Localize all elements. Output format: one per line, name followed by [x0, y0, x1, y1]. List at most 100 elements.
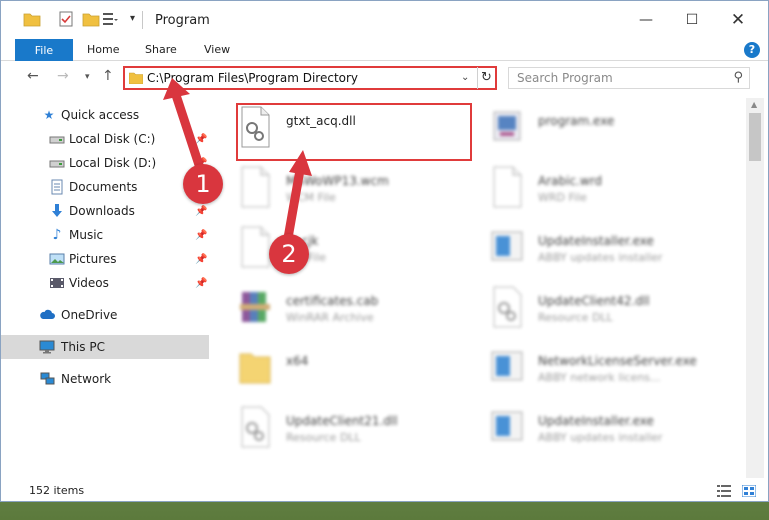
sidebar-item-music[interactable]: ♪ Music 📌	[1, 223, 209, 247]
pin-icon[interactable]: 📌	[195, 254, 207, 265]
drive-icon	[49, 160, 65, 168]
sidebar-item-documents[interactable]: Documents 📌	[1, 175, 209, 199]
generic-file-icon	[241, 226, 270, 268]
generic-file-icon	[241, 166, 270, 208]
sidebar-item-videos[interactable]: Videos 📌	[1, 271, 209, 295]
minimize-button[interactable]: —	[623, 1, 669, 39]
file-name: UpdateInstaller.exe	[538, 414, 654, 428]
pin-icon[interactable]: 📌	[195, 278, 207, 289]
installer-icon	[491, 231, 523, 261]
sidebar-item-label: Downloads	[69, 204, 135, 218]
quick-access-dropdown-icon[interactable]: ▾	[130, 13, 135, 24]
cloud-icon	[40, 309, 55, 319]
sidebar-item-downloads[interactable]: Downloads 📌	[1, 199, 209, 223]
help-icon[interactable]: ?	[744, 42, 760, 58]
file-name: x64	[286, 354, 309, 368]
computer-icon	[39, 340, 55, 354]
sidebar-item-label: Pictures	[69, 252, 117, 266]
sidebar-item-this-pc[interactable]: This PC	[1, 335, 209, 359]
folder-icon[interactable]	[23, 10, 41, 28]
file-name: Arabic.wrd	[538, 174, 603, 188]
status-bar: 152 items	[1, 481, 768, 501]
sidebar-item-label: OneDrive	[61, 308, 118, 322]
explorer-window: ▾ Program — ☐ ✕ File Home Share View ? ←…	[0, 0, 769, 502]
search-box[interactable]: Search Program ⚲	[508, 67, 750, 89]
sidebar-item-label: Quick access	[61, 108, 140, 122]
properties-check-icon[interactable]	[57, 10, 75, 28]
pin-icon[interactable]: 📌	[195, 206, 207, 217]
forward-arrow-icon[interactable]: →	[57, 68, 69, 84]
navigation-pane: ★ Quick access Local Disk (C:) 📌 Local D…	[1, 98, 211, 478]
scroll-thumb[interactable]	[749, 113, 761, 161]
folder-icon	[129, 72, 143, 84]
up-arrow-icon[interactable]: ↑	[102, 68, 114, 84]
tab-share[interactable]: Share	[145, 43, 177, 56]
dll-file-icon	[493, 286, 522, 328]
videos-icon	[50, 278, 64, 288]
file-item-updateclient21-dll[interactable]: UpdateClient21.dll Resource DLL	[238, 406, 478, 462]
sidebar-item-onedrive[interactable]: OneDrive	[1, 303, 209, 327]
file-type: ABBY updates installer	[538, 251, 663, 264]
tab-view[interactable]: View	[204, 43, 230, 56]
navigation-bar: ← → ▾ ↑ C:\Program Files\Program Directo…	[1, 62, 768, 96]
file-highlight-box	[236, 103, 472, 161]
vertical-scrollbar[interactable]: ▲	[746, 98, 764, 478]
file-type: WRD File	[538, 191, 587, 204]
scroll-up-icon[interactable]: ▲	[751, 100, 757, 109]
sidebar-item-label: Videos	[69, 276, 109, 290]
file-item-certificates-cab[interactable]: certificates.cab WinRAR Archive	[238, 286, 478, 342]
file-name: UpdateClient21.dll	[286, 414, 398, 428]
installer-icon	[491, 411, 523, 441]
file-name: UpdateClient42.dll	[538, 294, 650, 308]
maximize-button[interactable]: ☐	[669, 1, 715, 39]
sidebar-item-pictures[interactable]: Pictures 📌	[1, 247, 209, 271]
file-list: gtxt_acq.dll program.exe MSWoWP13.wcm WC…	[213, 98, 743, 478]
file-name: UpdateInstaller.exe	[538, 234, 654, 248]
star-icon: ★	[43, 108, 55, 122]
sidebar-item-local-disk-c[interactable]: Local Disk (C:) 📌	[1, 127, 209, 151]
address-path[interactable]: C:\Program Files\Program Directory	[147, 71, 358, 85]
file-item-program-exe[interactable]: program.exe	[490, 106, 730, 162]
sidebar-item-quick-access[interactable]: ★ Quick access	[1, 103, 209, 127]
address-bar[interactable]: C:\Program Files\Program Directory ⌄ ↻	[123, 66, 497, 90]
tab-home[interactable]: Home	[87, 43, 119, 56]
file-item-x64-folder[interactable]: x64	[238, 346, 478, 402]
new-folder-icon[interactable]	[82, 10, 100, 28]
file-item-updateclient42-dll[interactable]: UpdateClient42.dll Resource DLL	[490, 286, 730, 342]
sidebar-item-label: Music	[69, 228, 104, 242]
search-icon[interactable]: ⚲	[733, 70, 743, 85]
tab-file[interactable]: File	[15, 39, 73, 61]
step-1-callout: 1	[183, 164, 223, 204]
item-count: 152 items	[29, 484, 85, 497]
back-arrow-icon[interactable]: ←	[27, 68, 39, 84]
sidebar-item-label: This PC	[61, 340, 105, 354]
sidebar-item-label: Network	[61, 372, 112, 386]
download-icon	[52, 204, 62, 217]
sidebar-item-label: Local Disk (C:)	[69, 132, 156, 146]
close-button[interactable]: ✕	[715, 1, 761, 39]
file-name: program.exe	[538, 114, 615, 128]
pin-icon[interactable]: 📌	[195, 134, 207, 145]
file-item-mswowp13-wcm[interactable]: MSWoWP13.wcm WCM File	[238, 166, 478, 222]
sidebar-item-network[interactable]: Network	[1, 367, 209, 391]
details-view-icon[interactable]	[717, 485, 731, 497]
file-item-updateinstaller-exe-2[interactable]: UpdateInstaller.exe ABBY updates install…	[490, 406, 730, 462]
pin-icon[interactable]: 📌	[195, 230, 207, 241]
recent-locations-dropdown-icon[interactable]: ▾	[85, 72, 90, 82]
file-type: ABBY updates installer	[538, 431, 663, 444]
search-input[interactable]: Search Program	[517, 71, 613, 85]
chevron-down-icon[interactable]: ⌄	[461, 72, 469, 83]
sidebar-item-label: Local Disk (D:)	[69, 156, 157, 170]
file-item-updateinstaller-exe[interactable]: UpdateInstaller.exe ABBY updates install…	[490, 226, 730, 282]
file-item-arabic-wrd[interactable]: Arabic.wrd WRD File	[490, 166, 730, 222]
customize-icon[interactable]	[101, 10, 119, 28]
ribbon-tabs: File Home Share View ?	[1, 39, 768, 61]
refresh-icon[interactable]: ↻	[477, 67, 495, 89]
generic-file-icon	[493, 166, 522, 208]
sidebar-item-label: Documents	[69, 180, 138, 194]
pictures-icon	[49, 253, 65, 265]
sidebar-item-local-disk-d[interactable]: Local Disk (D:) 📌	[1, 151, 209, 175]
large-icons-view-icon[interactable]	[742, 485, 756, 497]
file-type: ABBY network licens...	[538, 371, 661, 384]
file-item-networklicenseserver-exe[interactable]: NetworkLicenseServer.exe ABBY network li…	[490, 346, 730, 402]
